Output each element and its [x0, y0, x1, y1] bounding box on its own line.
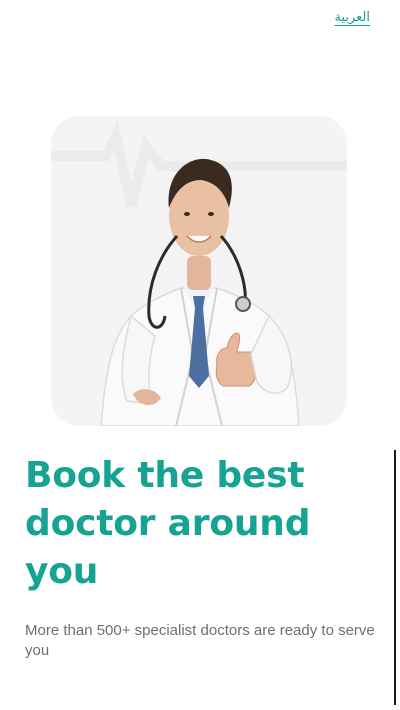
- hero-image-card: [51, 116, 347, 426]
- headline: Book the best doctor around you: [25, 455, 311, 592]
- language-toggle-link[interactable]: العربية: [334, 10, 370, 25]
- doctor-illustration: [51, 121, 347, 426]
- subtitle: More than 500+ specialist doctors are re…: [25, 622, 375, 659]
- edge-divider: [394, 450, 396, 705]
